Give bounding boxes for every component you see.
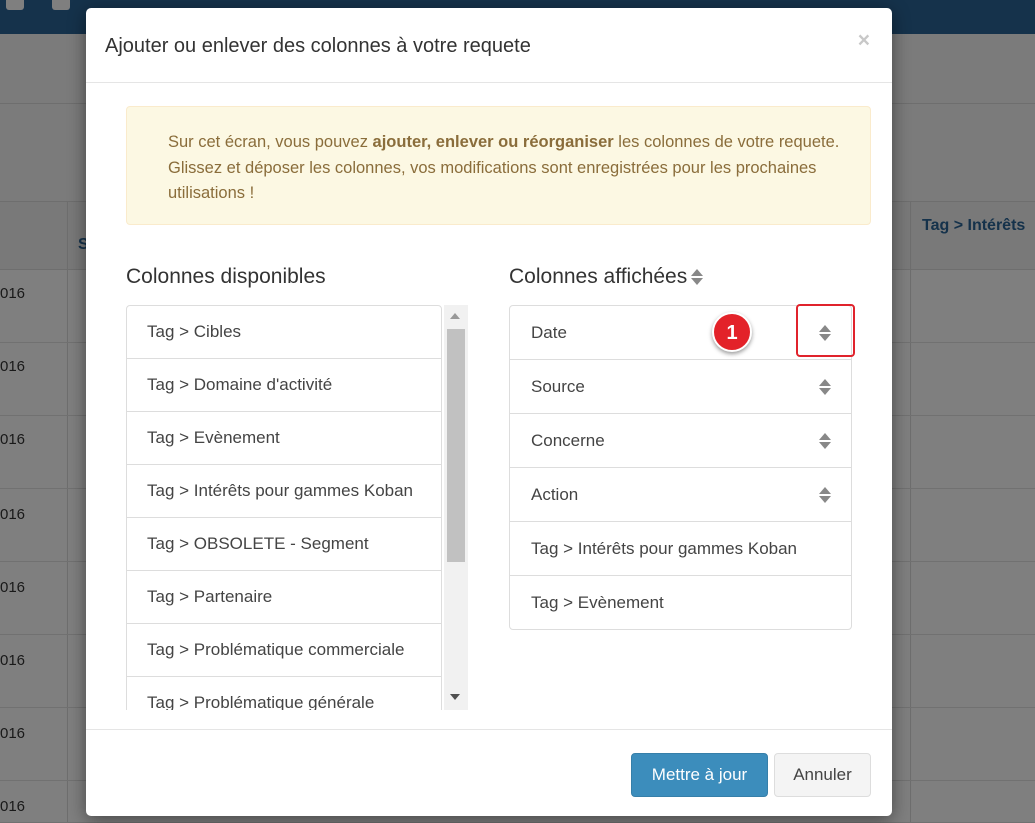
modal-footer: Mettre à jour Annuler bbox=[86, 729, 892, 816]
available-column-item[interactable]: Tag > OBSOLETE - Segment bbox=[126, 517, 442, 571]
scroll-down-arrow-icon[interactable] bbox=[450, 694, 460, 700]
scroll-thumb[interactable] bbox=[447, 329, 465, 562]
annotation-badge: 1 bbox=[712, 312, 752, 352]
available-columns-list[interactable]: Tag > Cibles Tag > Domaine d'activité Ta… bbox=[126, 305, 468, 710]
column-label: Tag > Evènement bbox=[531, 593, 664, 612]
displayed-column-item[interactable]: Tag > Evènement bbox=[509, 575, 852, 630]
displayed-column-item[interactable]: Source bbox=[509, 359, 852, 414]
drag-handle-icon[interactable] bbox=[819, 486, 831, 504]
column-label: Source bbox=[531, 377, 585, 396]
close-icon[interactable]: × bbox=[858, 29, 870, 53]
displayed-columns-title: Colonnes affichées bbox=[509, 265, 688, 288]
list-scrollbar[interactable] bbox=[444, 305, 468, 710]
cancel-button[interactable]: Annuler bbox=[774, 753, 871, 797]
displayed-column-item[interactable]: Action bbox=[509, 467, 852, 522]
available-column-item[interactable]: Tag > Partenaire bbox=[126, 570, 442, 624]
columns-modal: Ajouter ou enlever des colonnes à votre … bbox=[86, 8, 892, 816]
displayed-column-item[interactable]: Concerne bbox=[509, 413, 852, 468]
column-label: Date bbox=[531, 323, 567, 342]
drag-handle-icon[interactable] bbox=[819, 378, 831, 396]
available-column-item[interactable]: Tag > Domaine d'activité bbox=[126, 358, 442, 412]
available-column-item[interactable]: Tag > Cibles bbox=[126, 305, 442, 359]
modal-header: Ajouter ou enlever des colonnes à votre … bbox=[86, 8, 892, 83]
annotation-highlight-box bbox=[796, 304, 855, 357]
displayed-column-item[interactable]: Tag > Intérêts pour gammes Koban bbox=[509, 521, 852, 576]
drag-handle-icon[interactable] bbox=[819, 432, 831, 450]
column-label: Tag > Intérêts pour gammes Koban bbox=[531, 539, 798, 558]
update-button[interactable]: Mettre à jour bbox=[631, 753, 768, 797]
alert-text-bold: ajouter, enlever ou réorganiser bbox=[372, 133, 614, 151]
available-column-item[interactable]: Tag > Problématique générale bbox=[126, 676, 442, 710]
scroll-up-arrow-icon[interactable] bbox=[450, 313, 460, 319]
info-alert: Sur cet écran, vous pouvez ajouter, enle… bbox=[126, 106, 871, 225]
sort-icon[interactable] bbox=[691, 268, 704, 286]
alert-text-start: Sur cet écran, vous pouvez bbox=[168, 133, 373, 151]
available-column-item[interactable]: Tag > Evènement bbox=[126, 411, 442, 465]
available-columns-title: Colonnes disponibles bbox=[126, 265, 326, 288]
available-column-item[interactable]: Tag > Intérêts pour gammes Koban bbox=[126, 464, 442, 518]
available-column-item[interactable]: Tag > Problématique commerciale bbox=[126, 623, 442, 677]
column-label: Action bbox=[531, 485, 579, 504]
displayed-columns-heading: Colonnes affichées bbox=[509, 265, 704, 289]
modal-title: Ajouter ou enlever des colonnes à votre … bbox=[105, 35, 531, 57]
column-label: Concerne bbox=[531, 431, 605, 450]
